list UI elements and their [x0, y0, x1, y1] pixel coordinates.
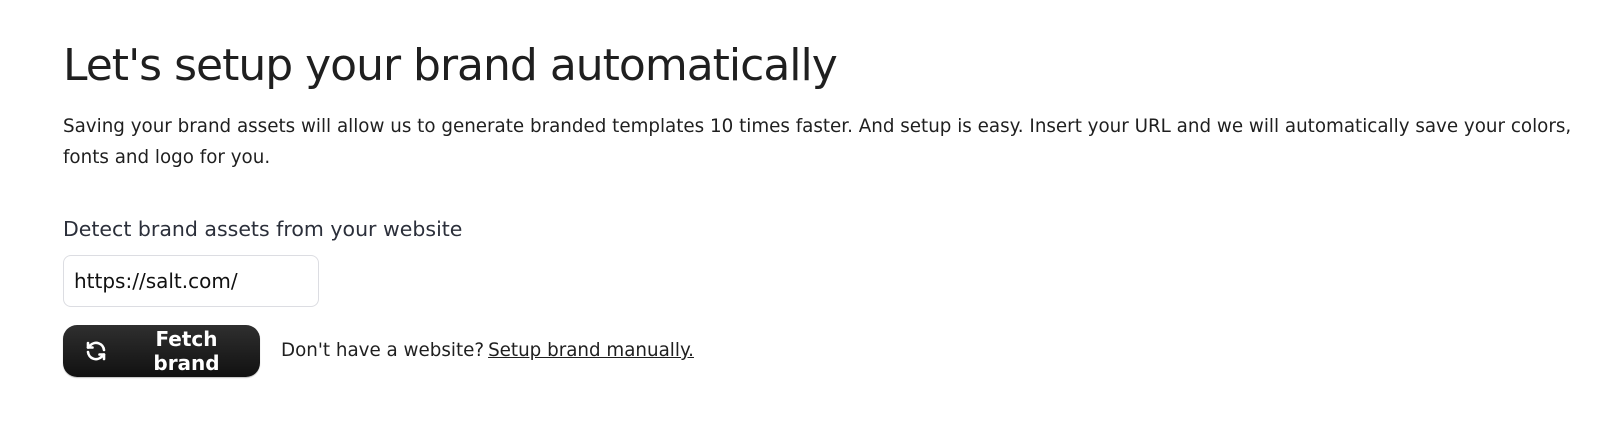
fetch-brand-label: Fetch brand — [153, 327, 220, 375]
refresh-icon — [84, 339, 108, 363]
website-url-input[interactable] — [63, 255, 319, 307]
fetch-brand-button[interactable]: Fetch brand — [63, 325, 260, 377]
no-website-text: Don't have a website? — [281, 340, 485, 361]
detect-brand-label: Detect brand assets from your website — [63, 217, 463, 241]
setup-brand-manually-link[interactable]: Setup brand manually. — [488, 340, 694, 361]
page-title: Let's setup your brand automatically — [63, 40, 838, 91]
page-description: Saving your brand assets will allow us t… — [63, 116, 1572, 168]
manual-setup-row: Don't have a website? Setup brand manuall… — [281, 337, 694, 365]
brand-setup-page: Let's setup your brand automatically Sav… — [0, 0, 1600, 427]
